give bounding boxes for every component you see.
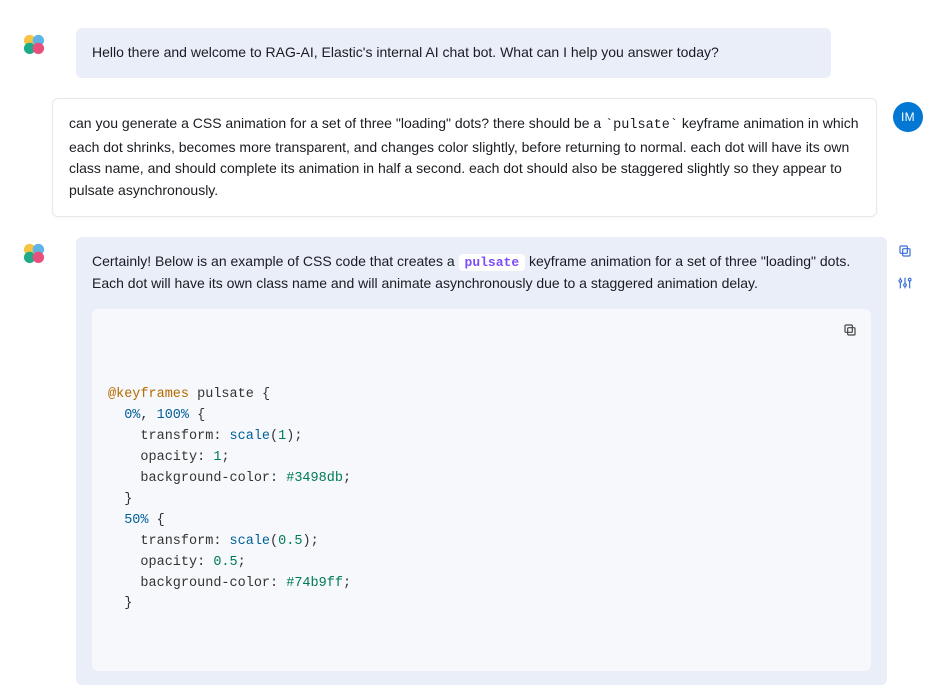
ai-reply-row: Certainly! Below is an example of CSS co… (20, 237, 923, 685)
code-block: @keyframes pulsate { 0%, 100% { transfor… (92, 309, 871, 672)
user-avatar: IM (893, 102, 923, 132)
settings-sliders-icon[interactable] (895, 273, 915, 293)
ai-welcome-row: Hello there and welcome to RAG-AI, Elast… (20, 28, 923, 78)
ai-reply-inline-code: pulsate (459, 254, 526, 271)
ai-welcome-text: Hello there and welcome to RAG-AI, Elast… (92, 44, 719, 60)
copy-reply-icon[interactable] (895, 241, 915, 261)
elastic-logo-icon (20, 239, 48, 267)
ai-avatar-col (20, 28, 76, 58)
copy-code-icon[interactable] (841, 321, 859, 339)
user-prompt-text: can you generate a CSS animation for a s… (69, 115, 859, 198)
ai-avatar-col-2 (20, 237, 76, 267)
ai-welcome-bubble: Hello there and welcome to RAG-AI, Elast… (76, 28, 831, 78)
user-avatar-col: IM (877, 98, 923, 132)
elastic-logo-icon (20, 30, 48, 58)
user-avatar-initials: IM (901, 110, 915, 124)
reply-actions (887, 237, 923, 293)
ai-reply-bubble: Certainly! Below is an example of CSS co… (76, 237, 887, 685)
user-bubble: can you generate a CSS animation for a s… (52, 98, 877, 217)
ai-reply-pre: Certainly! Below is an example of CSS co… (92, 253, 459, 269)
code-text: @keyframes pulsate { 0%, 100% { transfor… (108, 385, 855, 615)
user-prompt-row: can you generate a CSS animation for a s… (20, 98, 923, 217)
